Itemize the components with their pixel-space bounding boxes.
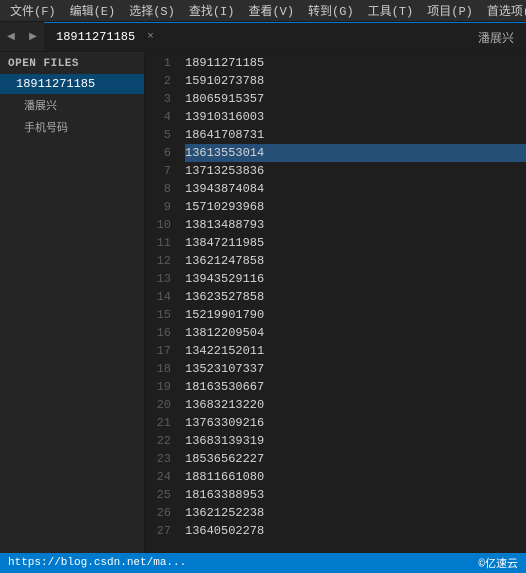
- tabbar: ◀ ▶ 18911271185 × 潘展兴: [0, 22, 526, 52]
- line-number: 19: [145, 378, 171, 396]
- code-line: 18065915357: [185, 90, 526, 108]
- line-number: 1: [145, 54, 171, 72]
- line-number: 26: [145, 504, 171, 522]
- active-tab[interactable]: 18911271185 × 潘展兴: [44, 22, 526, 51]
- code-line: 13812209504: [185, 324, 526, 342]
- sidebar-item-file[interactable]: 18911271185: [0, 74, 144, 94]
- line-numbers: 1234567891011121314151617181920212223242…: [145, 52, 177, 553]
- code-line: 13683213220: [185, 396, 526, 414]
- main-layout: OPEN FILES 18911271185 潘展兴 手机号码 12345678…: [0, 52, 526, 553]
- code-line: 18536562227: [185, 450, 526, 468]
- sidebar: OPEN FILES 18911271185 潘展兴 手机号码: [0, 52, 145, 553]
- code-line: 13640502278: [185, 522, 526, 540]
- menu-edit[interactable]: 编辑(E): [64, 0, 122, 21]
- code-line: 13621252238: [185, 504, 526, 522]
- line-number: 13: [145, 270, 171, 288]
- line-number: 22: [145, 432, 171, 450]
- menubar: 文件(F) 编辑(E) 选择(S) 查找(I) 查看(V) 转到(G) 工具(T…: [0, 0, 526, 22]
- statusbar: https://blog.csdn.net/ma... ©亿速云: [0, 553, 526, 573]
- line-number: 12: [145, 252, 171, 270]
- line-number: 21: [145, 414, 171, 432]
- code-line: 18911271185: [185, 54, 526, 72]
- line-number: 27: [145, 522, 171, 540]
- line-number: 3: [145, 90, 171, 108]
- sidebar-item-phone[interactable]: 手机号码: [0, 116, 144, 138]
- editor-area: 1234567891011121314151617181920212223242…: [145, 52, 526, 553]
- line-number: 16: [145, 324, 171, 342]
- line-number: 24: [145, 468, 171, 486]
- code-line: 15219901790: [185, 306, 526, 324]
- code-area[interactable]: 1891127118515910273788180659153571391031…: [177, 52, 526, 553]
- code-line: 15910273788: [185, 72, 526, 90]
- menu-tools[interactable]: 工具(T): [362, 0, 420, 21]
- status-watermark: ©亿速云: [478, 555, 518, 571]
- tab-prev-button[interactable]: ◀: [0, 22, 22, 51]
- code-line: 13943529116: [185, 270, 526, 288]
- line-number: 4: [145, 108, 171, 126]
- sidebar-item-name[interactable]: 潘展兴: [0, 94, 144, 116]
- sidebar-section-title: OPEN FILES: [0, 52, 144, 74]
- code-line: 18163388953: [185, 486, 526, 504]
- line-number: 14: [145, 288, 171, 306]
- line-number: 5: [145, 126, 171, 144]
- menu-prefs[interactable]: 首选项(N): [481, 0, 526, 21]
- line-number: 6: [145, 144, 171, 162]
- tab-filename: 18911271185: [56, 30, 135, 44]
- code-line: 18811661080: [185, 468, 526, 486]
- code-line: 15710293968: [185, 198, 526, 216]
- menu-view[interactable]: 查看(V): [242, 0, 300, 21]
- tab-next-button[interactable]: ▶: [22, 22, 44, 51]
- line-number: 8: [145, 180, 171, 198]
- menu-project[interactable]: 项目(P): [421, 0, 479, 21]
- line-number: 23: [145, 450, 171, 468]
- code-line: 13763309216: [185, 414, 526, 432]
- line-number: 18: [145, 360, 171, 378]
- line-number: 10: [145, 216, 171, 234]
- line-number: 25: [145, 486, 171, 504]
- line-number: 2: [145, 72, 171, 90]
- code-line: 13943874084: [185, 180, 526, 198]
- code-line: 13683139319: [185, 432, 526, 450]
- code-line: 13523107337: [185, 360, 526, 378]
- code-line: 13847211985: [185, 234, 526, 252]
- code-line: 18163530667: [185, 378, 526, 396]
- code-line: 13422152011: [185, 342, 526, 360]
- line-number: 9: [145, 198, 171, 216]
- menu-file[interactable]: 文件(F): [4, 0, 62, 21]
- menu-select[interactable]: 选择(S): [123, 0, 181, 21]
- line-number: 11: [145, 234, 171, 252]
- line-number: 7: [145, 162, 171, 180]
- code-line: 13621247858: [185, 252, 526, 270]
- code-line: 13910316003: [185, 108, 526, 126]
- line-number: 20: [145, 396, 171, 414]
- status-url: https://blog.csdn.net/ma...: [8, 557, 186, 569]
- code-line: 18641708731: [185, 126, 526, 144]
- line-number: 15: [145, 306, 171, 324]
- menu-goto[interactable]: 转到(G): [302, 0, 360, 21]
- code-line: 13813488793: [185, 216, 526, 234]
- tab-right-label: 潘展兴: [478, 29, 514, 46]
- code-line: 13613553014: [185, 144, 526, 162]
- tab-close-button[interactable]: ×: [147, 31, 154, 43]
- editor-content: 1234567891011121314151617181920212223242…: [145, 52, 526, 553]
- code-line: 13713253836: [185, 162, 526, 180]
- line-number: 17: [145, 342, 171, 360]
- menu-find[interactable]: 查找(I): [183, 0, 241, 21]
- code-line: 13623527858: [185, 288, 526, 306]
